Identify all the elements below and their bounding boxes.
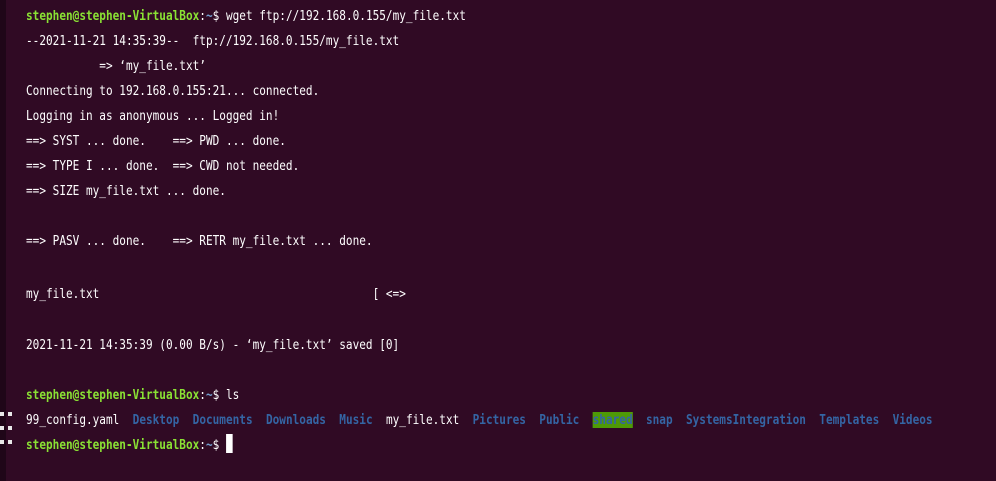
terminal-window[interactable]: stephen@stephen-VirtualBox:~$ wget ftp:/… [0, 0, 996, 481]
ls-dir: Documents [192, 412, 253, 428]
ls-dir: Downloads [265, 412, 326, 428]
output-line: 2021-11-21 14:35:39 (0.00 B/s) - ‘my_fil… [26, 337, 400, 353]
ls-output: 99_config.yaml Desktop Documents Downloa… [26, 408, 933, 433]
prompt-path: ~ [205, 387, 213, 403]
prompt-symbol: $ [212, 437, 220, 453]
command-text: wget ftp://192.168.0.155/my_file.txt [219, 8, 466, 24]
output-line: ==> SYST ... done. ==> PWD ... done. [26, 133, 286, 149]
output-line: --2021-11-21 14:35:39-- ftp://192.168.0.… [26, 33, 400, 49]
ls-dir-highlighted: shared [592, 412, 633, 428]
prompt-path: ~ [205, 437, 213, 453]
prompt-user-host: stephen@stephen-VirtualBox [26, 437, 200, 453]
command-text: ls [219, 387, 240, 403]
ls-dir: SystemsIntegration [685, 412, 806, 428]
ls-dir: snap [645, 412, 673, 428]
prompt-symbol: $ [212, 8, 220, 24]
text-cursor [225, 434, 233, 453]
dock-strip [0, 0, 6, 481]
ls-dir: Pictures [472, 412, 526, 428]
show-apps-grid-icon[interactable] [0, 412, 14, 456]
prompt-line-current[interactable]: stephen@stephen-VirtualBox:~$ [26, 433, 233, 458]
output-line: ==> PASV ... done. ==> RETR my_file.txt … [26, 233, 373, 249]
prompt-user-host: stephen@stephen-VirtualBox [26, 387, 200, 403]
ls-dir: Templates [819, 412, 880, 428]
ls-dir: Videos [892, 412, 933, 428]
ls-file: my_file.txt [385, 412, 460, 428]
output-line: Connecting to 192.168.0.155:21... connec… [26, 83, 320, 99]
progress-line: my_file.txt [ <=> [26, 286, 406, 302]
ls-dir: Desktop [132, 412, 180, 428]
prompt-line-ls: stephen@stephen-VirtualBox:~$ ls [26, 387, 240, 403]
ls-file: 99_config.yaml [26, 412, 120, 428]
prompt-user-host: stephen@stephen-VirtualBox [26, 8, 200, 24]
ls-dir: Music [339, 412, 373, 428]
output-line: ==> SIZE my_file.txt ... done. [26, 183, 226, 199]
prompt-symbol: $ [212, 387, 220, 403]
prompt-line-wget: stephen@stephen-VirtualBox:~$ wget ftp:/… [26, 8, 466, 24]
prompt-path: ~ [205, 8, 213, 24]
ls-dir: Public [539, 412, 580, 428]
output-line: => ‘my_file.txt’ [26, 58, 206, 74]
output-line: Logging in as anonymous ... Logged in! [26, 108, 280, 124]
output-line: ==> TYPE I ... done. ==> CWD not needed. [26, 158, 300, 174]
